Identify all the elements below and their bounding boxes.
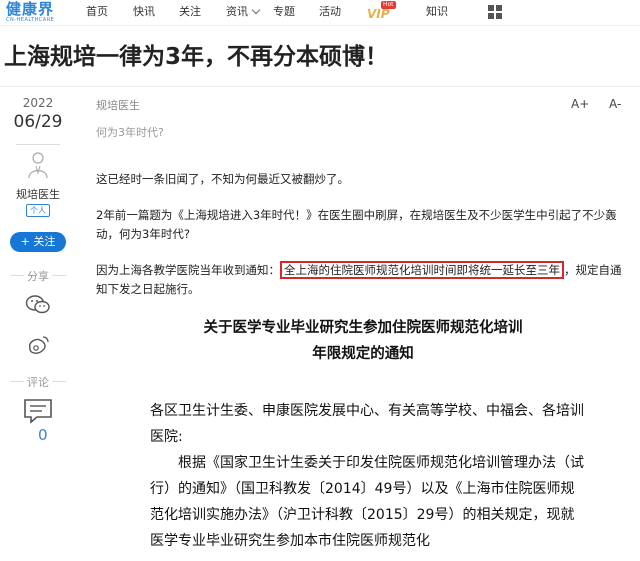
nav-item-home[interactable]: 首页 (86, 5, 108, 19)
paragraph-1: 这已经时一条旧闻了，不知为何最近又被翻炒了。 (96, 172, 349, 186)
nav-item-events[interactable]: 活动 (319, 5, 341, 19)
paragraph-3-lead: 因为上海各教学医院当年收到通知： (96, 263, 280, 277)
article-subtitle: 何为3年时代? (96, 126, 164, 139)
nav-item-news[interactable]: 资讯 (226, 5, 261, 19)
logo-subtext: CN-HEALTHCARE (6, 17, 55, 23)
notice-title-line-1: 关于医学专业毕业研究生参加住院医师规范化培训 (203, 320, 523, 336)
highlighted-text: 全上海的住院医师规范化培训时间即将统一延长至三年 (280, 261, 564, 279)
logo-text: 健康界 (6, 0, 55, 18)
publish-date: 06/29 (13, 112, 63, 132)
nav-item-topics[interactable]: 专题 (273, 5, 295, 19)
date-divider (16, 144, 60, 145)
hot-badge: Hot (381, 1, 396, 9)
wechat-icon[interactable] (25, 294, 51, 316)
notice-title-line-2: 年限规定的通知 (312, 346, 414, 362)
paragraph-3: 因为上海各教学医院当年收到通知： 全上海的住院医师规范化培训时间即将统一延长至三年… (96, 261, 630, 299)
notice-body: 根据《国家卫生计生委关于印发住院医师规范化培训管理办法（试行）的通知》（国卫科教… (150, 455, 584, 549)
publish-year: 2022 (22, 96, 54, 110)
apps-grid-icon[interactable] (488, 5, 502, 19)
grid-cell (488, 5, 494, 11)
share-label: 分享 (0, 268, 76, 284)
font-increase-button[interactable]: A+ (571, 97, 589, 111)
nav-item-flash[interactable]: 快讯 (133, 5, 155, 19)
grid-cell (496, 5, 502, 11)
nav-item-news-label: 资讯 (226, 5, 248, 18)
font-decrease-button[interactable]: A- (609, 97, 621, 111)
comment-count[interactable]: 0 (38, 426, 48, 444)
paragraph-2: 2年前一篇题为《上海规培进入3年时代！》在医生圈中刷屏，在规培医生及不少医学生中… (96, 208, 617, 241)
page-title: 上海规培一律为3年，不再分本硕博！ (4, 44, 389, 70)
chevron-down-icon (251, 5, 261, 15)
comment-icon[interactable] (23, 398, 53, 424)
nav-item-follow[interactable]: 关注 (179, 5, 201, 19)
site-logo[interactable]: 健康界 CN-HEALTHCARE (6, 1, 68, 25)
follow-button[interactable]: + 关注 (10, 232, 66, 252)
grid-cell (488, 13, 494, 19)
avatar[interactable] (27, 151, 49, 179)
article-category[interactable]: 规培医生 (96, 97, 140, 113)
author-name[interactable]: 规培医生 (0, 186, 76, 202)
vip-label: VIP (367, 7, 390, 21)
top-nav: 健康界 CN-HEALTHCARE 首页 快讯 关注 资讯 专题 活动 VIP … (0, 0, 640, 26)
notice-recipients: 各区卫生计生委、申康医院发展中心、有关高等学校、中福会、各培训医院: (150, 403, 584, 445)
comment-label: 评论 (0, 374, 76, 390)
vip-link[interactable]: VIP Hot (367, 1, 397, 23)
author-type-badge: 个人 (26, 204, 50, 217)
grid-cell (496, 13, 502, 19)
weibo-icon[interactable] (26, 334, 50, 356)
nav-item-knowledge[interactable]: 知识 (426, 5, 448, 19)
title-divider (0, 86, 640, 87)
